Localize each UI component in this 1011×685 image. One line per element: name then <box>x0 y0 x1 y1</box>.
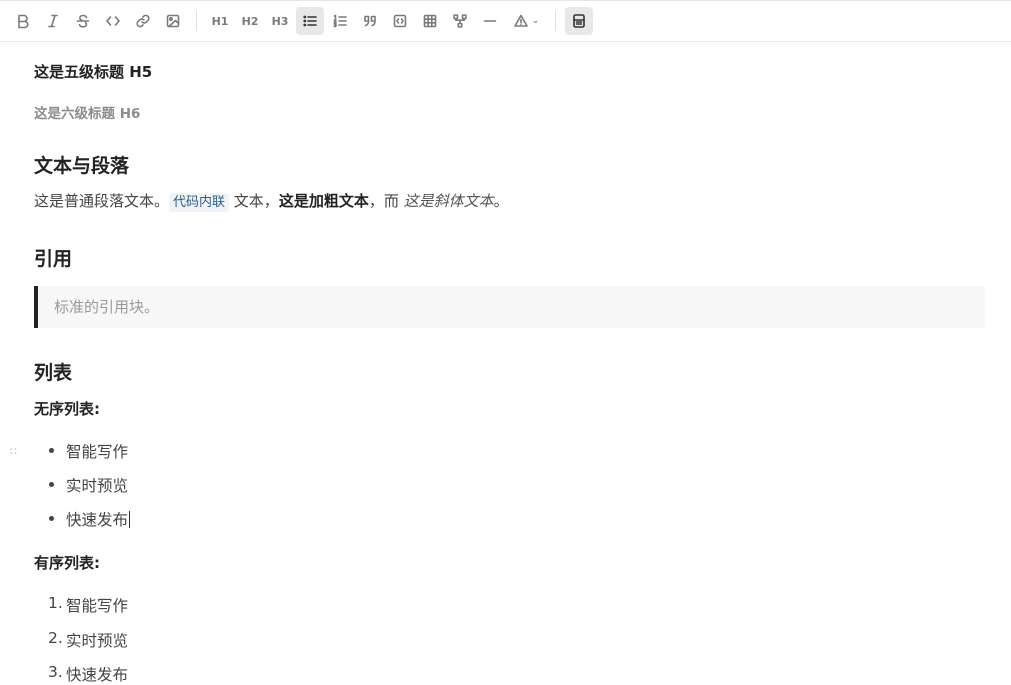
heading-2-button[interactable]: H2 <box>236 7 264 35</box>
unordered-list-label: 无序列表: <box>34 400 100 418</box>
editor-toolbar: H1 H2 H3 ⌄ <box>0 0 1011 42</box>
horizontal-rule-button[interactable] <box>476 7 504 35</box>
heading-5: 这是五级标题 H5 <box>34 63 153 81</box>
diagram-button[interactable] <box>446 7 474 35</box>
link-icon <box>136 14 150 28</box>
ordered-list-button[interactable] <box>326 7 354 35</box>
heading-1-button[interactable]: H1 <box>206 7 234 35</box>
list-item-text: 快速发布 <box>66 508 131 530</box>
alert-dropdown-button[interactable]: ⌄ <box>506 7 546 35</box>
list-item-text: 实时预览 <box>66 632 129 650</box>
bullet-list-icon <box>303 15 317 27</box>
paragraph-text: 文本， <box>229 192 279 210</box>
italic-text: 这是斜体文本 <box>403 192 494 210</box>
blockquote: 标准的引用块。 <box>34 286 985 328</box>
image-icon <box>166 14 180 28</box>
quote-icon <box>364 15 376 27</box>
list-number: 2. <box>48 629 63 647</box>
chevron-down-icon: ⌄ <box>531 16 540 26</box>
italic-icon <box>48 14 58 28</box>
diagram-icon <box>453 14 467 28</box>
strikethrough-icon <box>76 14 90 28</box>
heading-6: 这是六级标题 H6 <box>34 106 141 122</box>
bullet-list-button[interactable] <box>296 7 324 35</box>
table-icon <box>423 14 437 28</box>
bold-button[interactable] <box>9 7 37 35</box>
paragraph-text: 。 <box>493 192 509 210</box>
warning-icon <box>513 14 528 27</box>
list-item-text: 智能写作 <box>66 443 129 461</box>
paragraph-text: 这是普通段落文本。 <box>34 192 170 210</box>
bullet-icon <box>49 448 54 453</box>
blockquote-button[interactable] <box>356 7 384 35</box>
heading-list-section: 列表 <box>34 362 73 384</box>
inline-code-button[interactable] <box>99 7 127 35</box>
bullet-icon <box>49 516 54 521</box>
ordered-list-icon <box>333 14 347 28</box>
code-icon <box>106 16 120 26</box>
ordered-list-label: 有序列表: <box>34 554 100 572</box>
code-block-button[interactable] <box>386 7 414 35</box>
heading-quote-section: 引用 <box>34 248 73 270</box>
text-cursor <box>129 511 131 528</box>
table-button[interactable] <box>416 7 444 35</box>
list-item-text: 快速发布 <box>66 666 129 684</box>
link-button[interactable] <box>129 7 157 35</box>
heading-3-button[interactable]: H3 <box>266 7 294 35</box>
heading-text-section: 文本与段落 <box>34 155 130 177</box>
preview-toggle-button[interactable] <box>565 7 593 35</box>
list-number: 3. <box>48 663 63 681</box>
preview-icon <box>573 14 585 28</box>
list-number: 1. <box>48 594 63 612</box>
inline-code: 代码内联 <box>169 193 230 212</box>
list-item-label: 快速发布 <box>66 511 129 529</box>
list-item-text: 实时预览 <box>66 477 129 495</box>
image-button[interactable] <box>159 7 187 35</box>
paragraph: 这是普通段落文本。 代码内联 文本，这是加粗文本，而 这是斜体文本。 <box>34 190 509 212</box>
code-block-icon <box>393 14 407 28</box>
list-item-text: 智能写作 <box>66 597 129 615</box>
paragraph-text: ，而 <box>368 192 404 210</box>
toolbar-divider <box>555 11 556 31</box>
italic-button[interactable] <box>39 7 67 35</box>
bullet-icon <box>49 482 54 487</box>
bold-icon <box>18 14 29 29</box>
drag-handle-icon[interactable]: ∷ <box>10 445 18 458</box>
strikethrough-button[interactable] <box>69 7 97 35</box>
bold-text: 这是加粗文本 <box>278 192 369 210</box>
horizontal-rule-icon <box>483 20 497 22</box>
toolbar-divider <box>196 11 197 31</box>
